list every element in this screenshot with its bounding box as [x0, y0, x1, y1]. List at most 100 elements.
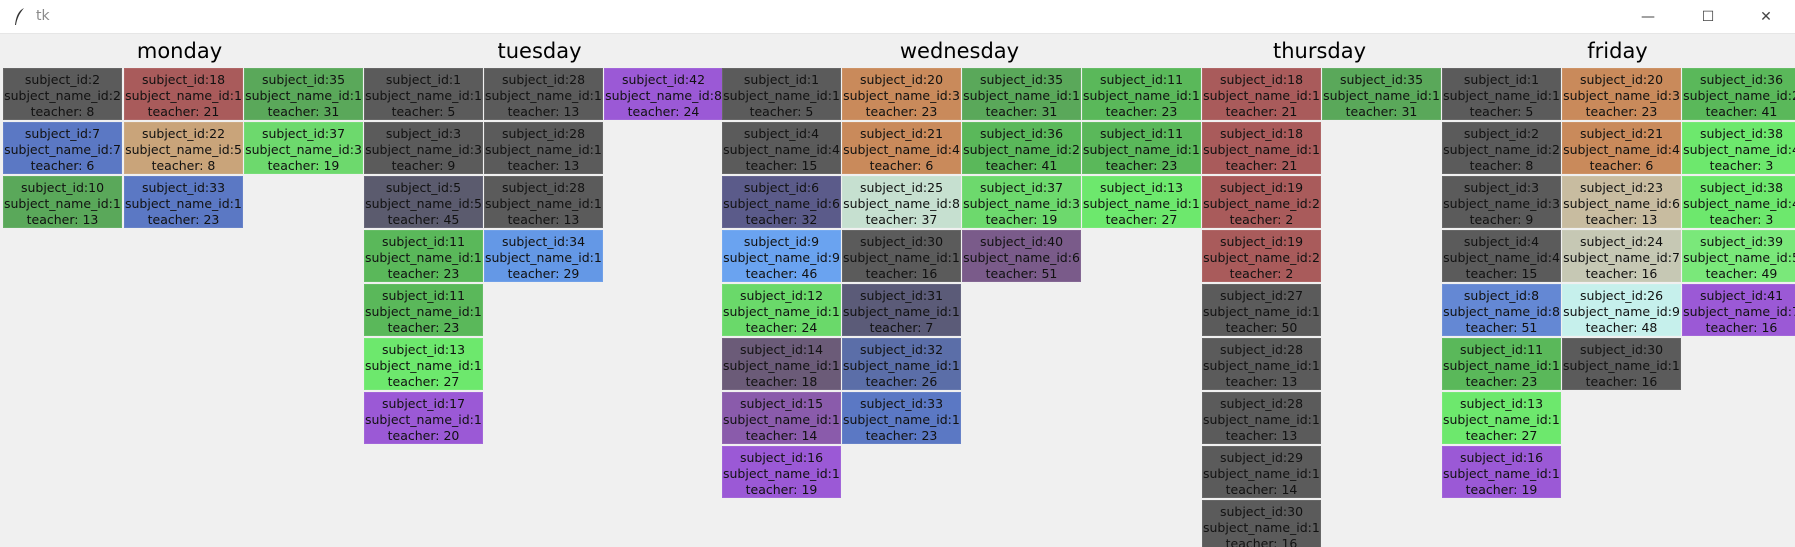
day-header-wednesday: wednesday	[899, 39, 1020, 63]
subject-card: subject_id:36 subject_name_id:2 teacher: 4…	[1682, 68, 1795, 120]
subject-name-id-text: subject_name_id:2	[963, 142, 1080, 157]
subject-card: subject_id:27 subject_name_id:10 teacher: …	[1202, 284, 1321, 336]
subject-id-text: subject_id:21	[859, 126, 944, 141]
subject-id-text: subject_id:2	[1463, 126, 1540, 141]
teacher-text: teacher: 50	[1225, 320, 1298, 335]
subject-card: subject_id:23 subject_name_id:6 teacher: 1…	[1562, 176, 1681, 228]
teacher-text: teacher: 9	[1469, 212, 1534, 227]
subject-name-id-text: subject_name_id:1	[125, 88, 242, 103]
teacher-text: teacher: 21	[1225, 158, 1298, 173]
subject-id-text: subject_id:25	[859, 180, 944, 195]
close-button[interactable]: ✕	[1738, 0, 1794, 34]
teacher-text: teacher: 13	[507, 104, 580, 119]
subject-card: subject_id:11 subject_name_id:11 teacher: …	[1442, 338, 1561, 390]
subject-id-text: subject_id:9	[743, 234, 820, 249]
subject-id-text: subject_id:35	[261, 72, 346, 87]
subject-name-id-text: subject_name_id:2	[1683, 88, 1795, 103]
subject-name-id-text: subject_name_id:6	[963, 250, 1080, 265]
subject-name-id-text: subject_name_id:13	[843, 250, 961, 265]
subject-name-id-text: subject_name_id:3	[1563, 88, 1680, 103]
subject-id-text: subject_id:16	[739, 450, 824, 465]
teacher-text: teacher: 6	[869, 158, 934, 173]
subject-id-text: subject_id:1	[1463, 72, 1540, 87]
subject-name-id-text: subject_name_id:9	[723, 250, 840, 265]
subject-card: subject_id:20 subject_name_id:3 teacher: 2…	[842, 68, 961, 120]
subject-name-id-text: subject_name_id:13	[1203, 520, 1321, 535]
teacher-text: teacher: 21	[147, 104, 220, 119]
subject-id-text: subject_id:33	[859, 396, 944, 411]
teacher-text: teacher: 29	[507, 266, 580, 281]
subject-id-text: subject_id:11	[381, 288, 466, 303]
teacher-text: teacher: 16	[1585, 374, 1658, 389]
subject-id-text: subject_id:42	[621, 72, 706, 87]
teacher-text: teacher: 8	[1469, 158, 1534, 173]
subject-id-text: subject_id:19	[1219, 234, 1304, 249]
subject-name-id-text: subject_name_id:12	[723, 304, 841, 319]
subject-id-text: subject_id:41	[1699, 288, 1784, 303]
subject-card: subject_id:18 subject_name_id:1 teacher: 2…	[124, 68, 243, 120]
teacher-text: teacher: 24	[745, 320, 818, 335]
subject-id-text: subject_id:29	[1219, 450, 1304, 465]
subject-id-text: subject_id:20	[1579, 72, 1664, 87]
subject-card: subject_id:30 subject_name_id:13 teacher: …	[1202, 500, 1321, 547]
subject-id-text: subject_id:28	[1219, 342, 1304, 357]
teacher-text: teacher: 51	[985, 266, 1058, 281]
subject-name-id-text: subject_name_id:7	[4, 142, 121, 157]
subject-name-id-text: subject_name_id:13	[1083, 196, 1201, 211]
subject-card: subject_id:28 subject_name_id:11 teacher: …	[484, 122, 603, 174]
subject-card: subject_id:31 subject_name_id:14 teacher: …	[842, 284, 961, 336]
subject-card: subject_id:30 subject_name_id:13 teacher: …	[1562, 338, 1681, 390]
subject-card: subject_id:21 subject_name_id:4 teacher: 6	[842, 122, 961, 174]
teacher-text: teacher: 23	[387, 266, 460, 281]
subject-name-id-text: subject_name_id:12	[1203, 466, 1321, 481]
subject-card: subject_id:22 subject_name_id:5 teacher: 8	[124, 122, 243, 174]
teacher-text: teacher: 3	[1709, 212, 1774, 227]
subject-id-text: subject_id:5	[385, 180, 462, 195]
maximize-button[interactable]: ☐	[1680, 0, 1736, 34]
subject-id-text: subject_id:33	[141, 180, 226, 195]
teacher-text: teacher: 41	[1705, 104, 1778, 119]
subject-card: subject_id:11 subject_name_id:11 teacher: …	[1082, 122, 1201, 174]
subject-name-id-text: subject_name_id:1	[1203, 142, 1320, 157]
subject-card: subject_id:2 subject_name_id:2 teacher: 8	[3, 68, 122, 120]
teacher-text: teacher: 23	[387, 320, 460, 335]
subject-id-text: subject_id:6	[743, 180, 820, 195]
subject-id-text: subject_id:30	[1219, 504, 1304, 519]
subject-id-text: subject_id:38	[1699, 126, 1784, 141]
subject-card: subject_id:40 subject_name_id:6 teacher: 5…	[962, 230, 1081, 282]
subject-name-id-text: subject_name_id:7	[1563, 250, 1680, 265]
subject-name-id-text: subject_name_id:8	[1443, 304, 1560, 319]
teacher-text: teacher: 2	[1229, 266, 1294, 281]
teacher-text: teacher: 14	[745, 428, 818, 443]
subject-name-id-text: subject_name_id:4	[1683, 142, 1795, 157]
teacher-text: teacher: 19	[985, 212, 1058, 227]
subject-id-text: subject_id:18	[1219, 126, 1304, 141]
subject-name-id-text: subject_name_id:6	[723, 196, 840, 211]
teacher-text: teacher: 18	[745, 374, 818, 389]
subject-card: subject_id:33 subject_name_id:16 teacher: …	[124, 176, 243, 228]
subject-card: subject_id:3 subject_name_id:3 teacher: 9	[1442, 176, 1561, 228]
subject-name-id-text: subject_name_id:1	[963, 88, 1080, 103]
teacher-text: teacher: 19	[267, 158, 340, 173]
subject-name-id-text: subject_name_id:7	[1683, 304, 1795, 319]
subject-id-text: subject_id:22	[141, 126, 226, 141]
subject-card: subject_id:6 subject_name_id:6 teacher: 32	[722, 176, 841, 228]
subject-card: subject_id:10 subject_name_id:10 teacher: …	[3, 176, 122, 228]
teacher-text: teacher: 15	[1465, 266, 1538, 281]
subject-name-id-text: subject_name_id:11	[365, 250, 483, 265]
subject-card: subject_id:28 subject_name_id:11 teacher: …	[484, 176, 603, 228]
subject-card: subject_id:3 subject_name_id:3 teacher: 9	[364, 122, 483, 174]
teacher-text: teacher: 26	[865, 374, 938, 389]
subject-id-text: subject_id:27	[1219, 288, 1304, 303]
subject-card: subject_id:32 subject_name_id:15 teacher: …	[842, 338, 961, 390]
subject-id-text: subject_id:36	[1699, 72, 1784, 87]
subject-name-id-text: subject_name_id:16	[125, 196, 243, 211]
subject-name-id-text: subject_name_id:11	[1083, 88, 1201, 103]
teacher-text: teacher: 51	[1465, 320, 1538, 335]
teacher-text: teacher: 5	[391, 104, 456, 119]
subject-id-text: subject_id:39	[1699, 234, 1784, 249]
subject-card: subject_id:35 subject_name_id:1 teacher: 3…	[962, 68, 1081, 120]
teacher-text: teacher: 37	[865, 212, 938, 227]
subject-name-id-text: subject_name_id:2	[1203, 196, 1320, 211]
minimize-button[interactable]: —	[1620, 0, 1676, 34]
